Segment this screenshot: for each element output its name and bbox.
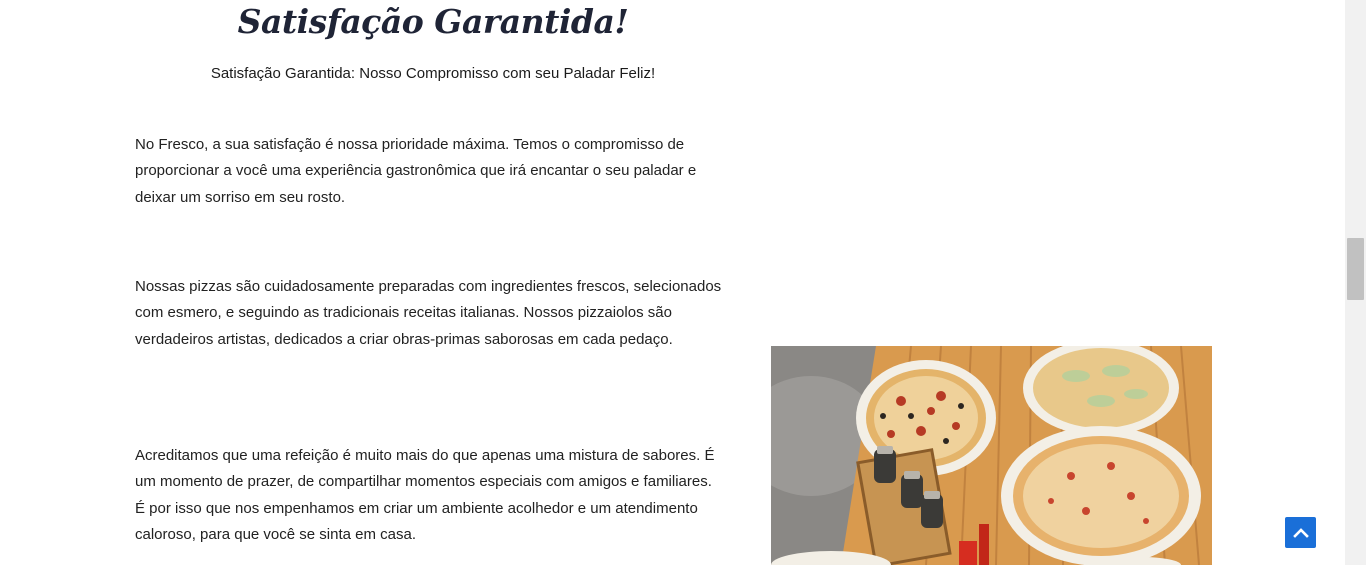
scrollbar-thumb[interactable] xyxy=(1347,238,1364,300)
pizza-photo xyxy=(771,346,1212,565)
paragraph-satisfaction: No Fresco, a sua satisfação é nossa prio… xyxy=(135,136,697,206)
scroll-to-top-button[interactable] xyxy=(1285,517,1316,548)
section-subtitle: Satisfação Garantida: Nosso Compromisso … xyxy=(210,65,656,82)
chevron-up-icon xyxy=(1292,527,1309,538)
section-title: Satisfação Garantida! xyxy=(237,2,629,41)
page-scrollbar[interactable] xyxy=(1345,0,1366,565)
paragraph-pizzas: Nossas pizzas são cuidadosamente prepara… xyxy=(135,278,722,348)
paragraph-experience: Acreditamos que uma refeição é muito mai… xyxy=(135,447,715,544)
page: Satisfação Garantida! Satisfação Garanti… xyxy=(0,0,1366,565)
